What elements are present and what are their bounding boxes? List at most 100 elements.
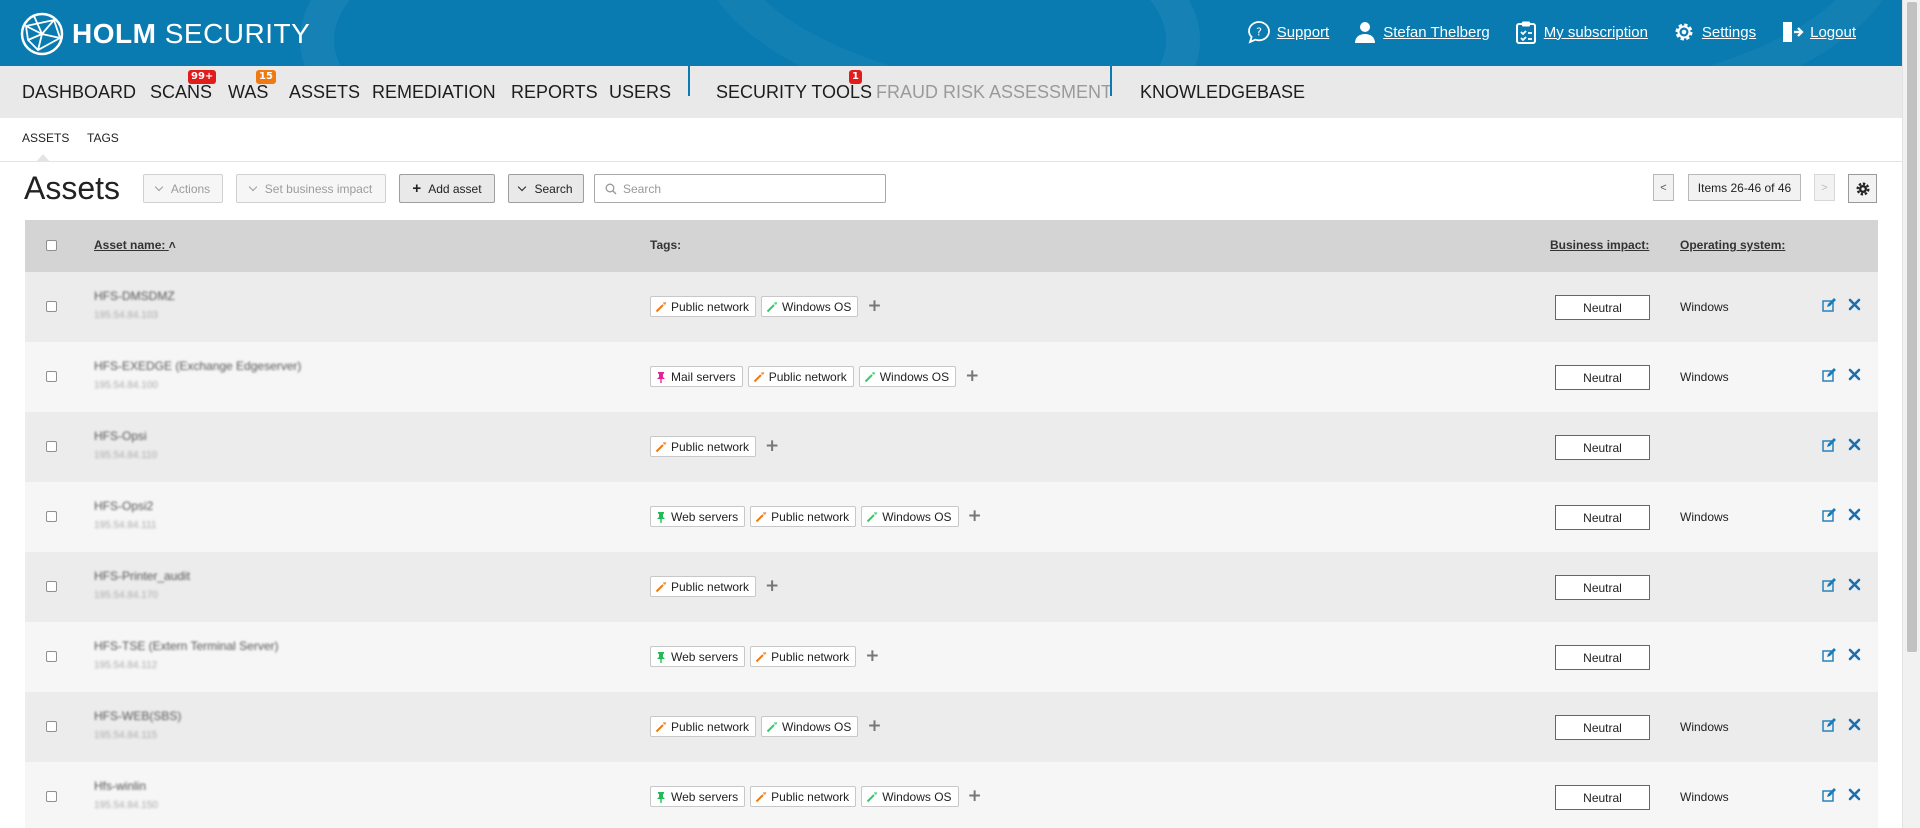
- column-business-impact[interactable]: Business impact:: [1550, 238, 1649, 252]
- nav-assets[interactable]: ASSETS: [289, 82, 360, 103]
- asset-name[interactable]: HFS-DMSDMZ: [94, 289, 175, 303]
- user-profile-link[interactable]: Stefan Thelberg: [1353, 20, 1490, 44]
- add-tag-button[interactable]: +: [765, 438, 779, 455]
- edit-icon[interactable]: [1822, 718, 1836, 732]
- tag-chip[interactable]: Public network: [747, 366, 854, 387]
- subnav-tags[interactable]: TAGS: [87, 131, 119, 145]
- tag-chip[interactable]: Windows OS: [761, 716, 859, 737]
- tag-chip[interactable]: Public network: [650, 576, 757, 597]
- tag-chip[interactable]: Web servers: [650, 646, 746, 667]
- tag-chip[interactable]: Web servers: [650, 506, 746, 527]
- settings-link[interactable]: Settings: [1672, 20, 1756, 44]
- row-checkbox[interactable]: [46, 791, 57, 802]
- business-impact-select[interactable]: Neutral: [1555, 505, 1650, 530]
- tag-chip[interactable]: Windows OS: [861, 506, 959, 527]
- edit-icon[interactable]: [1822, 788, 1836, 802]
- tag-chip[interactable]: Windows OS: [858, 366, 957, 387]
- row-checkbox[interactable]: [46, 441, 57, 452]
- business-impact-select[interactable]: Neutral: [1555, 575, 1650, 600]
- select-all-checkbox[interactable]: [46, 240, 57, 251]
- tag-chip[interactable]: Public network: [750, 646, 857, 667]
- add-tag-button[interactable]: +: [867, 718, 881, 735]
- search-toggle-label: Search: [534, 181, 573, 196]
- row-checkbox[interactable]: [46, 301, 57, 312]
- tag-chip[interactable]: Public network: [650, 296, 757, 317]
- add-tag-button[interactable]: +: [968, 788, 982, 805]
- subnav-assets[interactable]: ASSETS: [22, 131, 69, 145]
- add-asset-button[interactable]: + Add asset: [399, 174, 495, 203]
- edit-icon[interactable]: [1822, 438, 1836, 452]
- add-tag-button[interactable]: +: [968, 508, 982, 525]
- nav-fraud-risk-assessment[interactable]: FRAUD RISK ASSESSMENT: [876, 82, 1112, 103]
- search-toggle-button[interactable]: Search: [508, 174, 584, 203]
- asset-name[interactable]: HFS-Opsi2: [94, 499, 153, 513]
- asset-name[interactable]: HFS-Printer_audit: [94, 569, 190, 583]
- nav-scans[interactable]: SCANS 99+: [150, 70, 217, 103]
- nav-was[interactable]: WAS 15: [228, 70, 276, 103]
- asset-name[interactable]: HFS-TSE (Extern Terminal Server): [94, 639, 278, 653]
- subscription-link[interactable]: My subscription: [1514, 20, 1648, 44]
- delete-icon[interactable]: [1848, 788, 1861, 801]
- edit-icon[interactable]: [1822, 368, 1836, 382]
- nav-remediation[interactable]: REMEDIATION: [372, 82, 496, 103]
- add-tag-button[interactable]: +: [765, 578, 779, 595]
- tag-chip[interactable]: Windows OS: [761, 296, 859, 317]
- table-settings-button[interactable]: [1848, 174, 1877, 203]
- add-tag-button[interactable]: +: [867, 298, 881, 315]
- business-impact-select[interactable]: Neutral: [1555, 435, 1650, 460]
- business-impact-select[interactable]: Neutral: [1555, 785, 1650, 810]
- tag-chip[interactable]: Public network: [750, 506, 857, 527]
- edit-icon[interactable]: [1822, 578, 1836, 592]
- asset-name[interactable]: HFS-EXEDGE (Exchange Edgeserver): [94, 359, 301, 373]
- set-business-impact-button[interactable]: Set business impact: [236, 174, 386, 203]
- page-scrollbar[interactable]: [1902, 0, 1920, 828]
- tag-chip[interactable]: Mail servers: [650, 366, 743, 387]
- nav-reports[interactable]: REPORTS: [511, 82, 598, 103]
- tag-label: Public network: [671, 299, 750, 314]
- business-impact-select[interactable]: Neutral: [1555, 295, 1650, 320]
- row-checkbox[interactable]: [46, 371, 57, 382]
- tag-chip[interactable]: Public network: [750, 786, 857, 807]
- tag-chip[interactable]: Public network: [650, 436, 757, 457]
- tag-chip[interactable]: Windows OS: [861, 786, 959, 807]
- business-impact-select[interactable]: Neutral: [1555, 645, 1650, 670]
- add-tag-button[interactable]: +: [865, 648, 879, 665]
- business-impact-select[interactable]: Neutral: [1555, 365, 1650, 390]
- column-asset-name[interactable]: Asset name: ˄: [94, 238, 176, 252]
- edit-icon[interactable]: [1822, 648, 1836, 662]
- row-checkbox[interactable]: [46, 511, 57, 522]
- brand-logo[interactable]: HOLM SECURITY: [20, 12, 310, 56]
- business-impact-select[interactable]: Neutral: [1555, 715, 1650, 740]
- scrollbar-thumb[interactable]: [1907, 2, 1917, 652]
- delete-icon[interactable]: [1848, 648, 1861, 661]
- logout-link[interactable]: Logout: [1780, 20, 1856, 44]
- nav-knowledgebase[interactable]: KNOWLEDGEBASE: [1140, 82, 1305, 103]
- delete-icon[interactable]: [1848, 368, 1861, 381]
- asset-name[interactable]: Hfs-winlin: [94, 779, 146, 793]
- nav-users[interactable]: USERS: [609, 82, 671, 103]
- edit-icon[interactable]: [1822, 298, 1836, 312]
- delete-icon[interactable]: [1848, 578, 1861, 591]
- nav-dashboard[interactable]: DASHBOARD: [22, 82, 136, 103]
- asset-name[interactable]: HFS-Opsi: [94, 429, 147, 443]
- previous-page-button[interactable]: <: [1653, 174, 1674, 201]
- next-page-button[interactable]: >: [1814, 174, 1835, 201]
- tag-chip[interactable]: Web servers: [650, 786, 746, 807]
- delete-icon[interactable]: [1848, 298, 1861, 311]
- actions-button[interactable]: Actions: [143, 174, 223, 203]
- support-link[interactable]: ? Support: [1247, 20, 1329, 44]
- row-checkbox[interactable]: [46, 651, 57, 662]
- nav-security-tools[interactable]: SECURITY TOOLS 1: [716, 70, 872, 103]
- row-checkbox[interactable]: [46, 721, 57, 732]
- column-operating-system[interactable]: Operating system:: [1680, 238, 1785, 252]
- asset-name[interactable]: HFS-WEB(SBS): [94, 709, 181, 723]
- row-checkbox[interactable]: [46, 581, 57, 592]
- add-tag-button[interactable]: +: [965, 368, 979, 385]
- edit-icon[interactable]: [1822, 508, 1836, 522]
- active-subnav-indicator: [36, 154, 50, 162]
- delete-icon[interactable]: [1848, 718, 1861, 731]
- delete-icon[interactable]: [1848, 438, 1861, 451]
- tag-chip[interactable]: Public network: [650, 716, 757, 737]
- search-input[interactable]: [623, 181, 883, 196]
- delete-icon[interactable]: [1848, 508, 1861, 521]
